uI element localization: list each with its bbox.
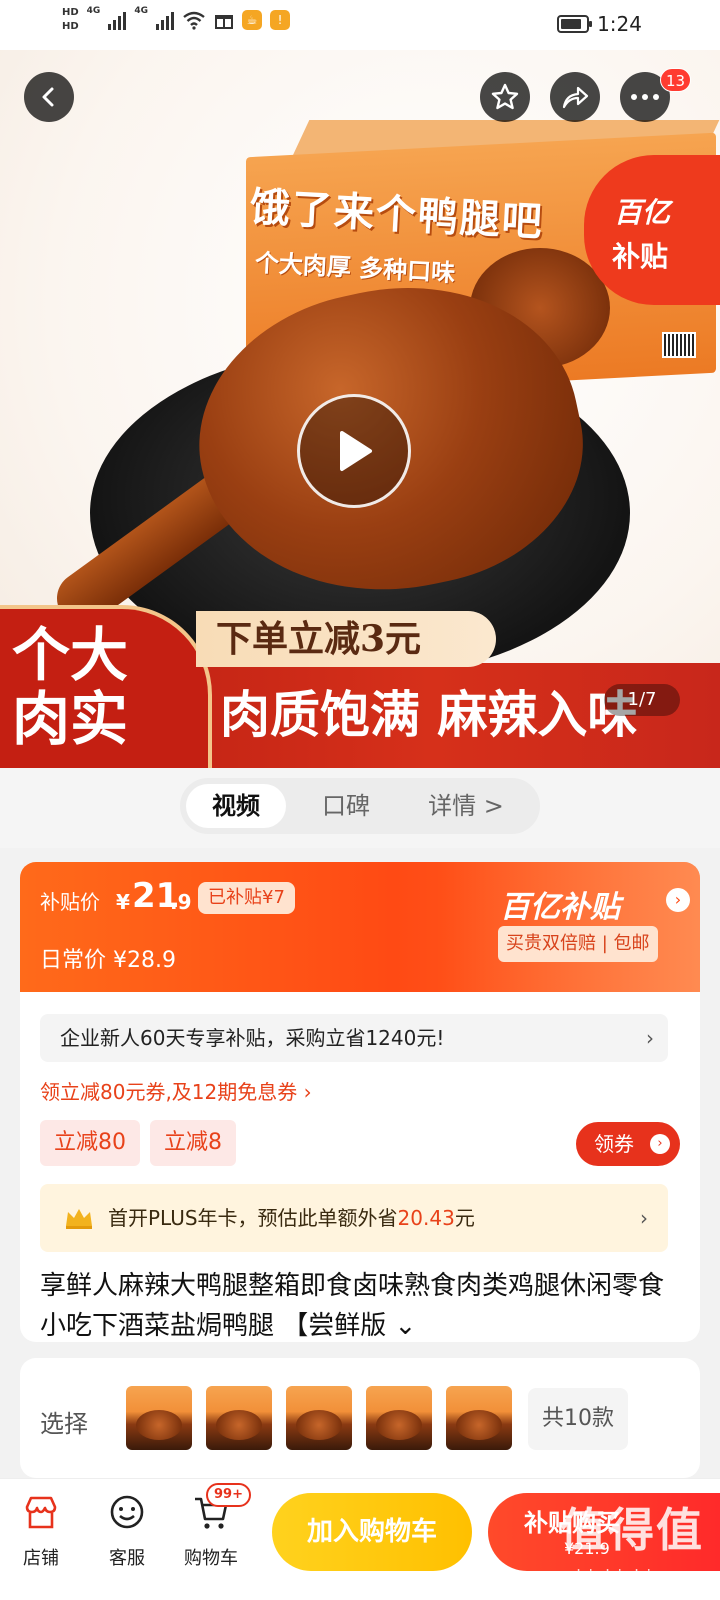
banner-badge: 个大 肉实 [0, 605, 212, 768]
chevron-right-icon: › [640, 1206, 648, 1230]
favorite-button[interactable] [480, 72, 530, 122]
variant-thumbnail[interactable] [366, 1386, 432, 1450]
plus-membership-row[interactable]: 首开PLUS年卡，预估此单额外省20.43元 › [40, 1184, 668, 1252]
enterprise-promo-row[interactable]: 企业新人60天专享补贴，采购立省1240元! › [40, 1014, 668, 1062]
customer-service-button[interactable]: 客服 [92, 1493, 162, 1570]
play-video-button[interactable] [297, 394, 411, 508]
network-type-1: 4G [86, 6, 101, 16]
get-coupon-label: 领券 [594, 1132, 634, 1156]
variant-thumbnail[interactable] [446, 1386, 512, 1450]
coupon-link[interactable]: 领立减80元券,及12期免息券 › [40, 1076, 312, 1105]
cart-label: 购物车 [184, 1548, 238, 1569]
watermark-text: 值得值 [560, 1503, 704, 1557]
discount-tag[interactable]: 立减8 [150, 1120, 236, 1166]
status-left: HD HD 4G 4G ☕ ! [62, 6, 290, 34]
tab-reviews[interactable]: 口碑 [286, 784, 406, 828]
banner-discount-pill: 下单立减3元 [196, 611, 496, 667]
status-right: 1:24 [557, 12, 642, 36]
app-notification-icon: ☕ [241, 10, 262, 30]
guarantee-badge: 买贵双倍赔 | 包邮 [498, 926, 658, 962]
section-tabs-bar: 视频 口碑 详情 > [0, 768, 720, 848]
variant-thumbnail[interactable] [206, 1386, 272, 1450]
tab-video[interactable]: 视频 [186, 784, 286, 828]
product-title[interactable]: 享鲜人麻辣大鸭腿整箱即食卤味熟食肉类鸡腿休闲零食小吃下酒菜盐焗鸭腿 【尝鲜版 ⌄ [40, 1266, 680, 1346]
battery-icon [557, 15, 593, 33]
hd-label-2: HD [62, 21, 79, 32]
subsidized-badge: 已补贴¥7 [198, 882, 295, 914]
subsidy-tag: 百亿 补贴 [584, 155, 720, 305]
smiley-chat-icon [110, 1495, 144, 1529]
signal-icon-2 [155, 10, 174, 30]
variant-thumbnail[interactable] [286, 1386, 352, 1450]
signal-icon [108, 10, 127, 30]
share-button[interactable] [550, 72, 600, 122]
subsidy-tag-line1: 百亿 [614, 196, 671, 229]
shop-icon [25, 1496, 57, 1529]
play-icon [340, 431, 372, 471]
status-bar: HD HD 4G 4G ☕ ! 1:24 [0, 0, 720, 50]
product-hero-image[interactable]: 饿了来个鸭腿吧 个大肉厚 多种口味 百亿 补贴 个大 肉实 下单立减3元 肉质饱… [0, 50, 720, 768]
watermark-domain: zhizhizhi.com [566, 1566, 701, 1585]
section-tabs: 视频 口碑 详情 > [180, 778, 540, 834]
variant-selector[interactable]: 选择 共10款 [20, 1358, 700, 1478]
price-card[interactable]: 补贴价 ¥ 21 .9 已补贴¥7 日常价 ¥28.9 百亿补贴 › 买贵双倍赔… [20, 862, 700, 992]
plus-prefix: 首开PLUS年卡，预估此单额外省 [108, 1206, 398, 1230]
clock: 1:24 [597, 12, 642, 36]
hd-label-1: HD [62, 7, 79, 18]
gift-icon [214, 15, 233, 29]
daily-price: 日常价 ¥28.9 [40, 948, 176, 973]
discount-tag[interactable]: 立减80 [40, 1120, 140, 1166]
banner-slogan: 肉质饱满 麻辣入味 [220, 685, 638, 744]
variant-label: 选择 [40, 1410, 88, 1438]
image-pager: 1/7 [604, 684, 680, 716]
plus-amount: 20.43 [397, 1206, 455, 1230]
hd-indicators: HD HD [62, 6, 79, 34]
notification-badge: 13 [660, 68, 692, 92]
variant-thumbnail[interactable] [126, 1386, 192, 1450]
more-icon [631, 94, 659, 100]
currency-symbol: ¥ [116, 890, 130, 914]
chevron-right-icon: › [646, 1026, 654, 1050]
wifi-icon [183, 11, 205, 30]
get-coupon-button[interactable]: 领券 › [576, 1122, 680, 1166]
star-icon [491, 83, 519, 110]
barcode-icon [662, 332, 696, 358]
enterprise-promo-text: 企业新人60天专享补贴，采购立省1240元! [60, 1026, 445, 1050]
chevron-right-icon[interactable]: › [666, 888, 690, 912]
product-info-card: 企业新人60天专享补贴，采购立省1240元! › 领立减80元券,及12期免息券… [20, 992, 700, 1342]
subsidy-tag-line2: 补贴 [612, 240, 669, 273]
plus-suffix: 元 [454, 1206, 475, 1230]
watermark: 值得值 zhizhizhi.com [556, 1482, 720, 1600]
tab-details[interactable]: 详情 > [406, 784, 526, 828]
variant-count[interactable]: 共10款 [528, 1388, 628, 1450]
network-type-2: 4G [134, 6, 148, 16]
shop-label: 店铺 [23, 1548, 59, 1569]
subsidy-program-logo[interactable]: 百亿补贴 [500, 882, 620, 926]
app-notification-icon-2: ! [269, 10, 290, 30]
cart-badge: 99+ [206, 1483, 251, 1507]
back-button[interactable] [24, 72, 74, 122]
chevron-right-icon: › [650, 1134, 670, 1154]
add-to-cart-button[interactable]: 加入购物车 [272, 1493, 472, 1571]
shop-button[interactable]: 店铺 [6, 1493, 76, 1570]
crown-icon [66, 1209, 92, 1229]
subsidy-price-decimal: .9 [170, 890, 192, 914]
back-arrow-icon [42, 87, 54, 107]
service-label: 客服 [109, 1548, 145, 1569]
banner-badge-text: 个大 肉实 [12, 621, 129, 753]
subsidy-price-label: 补贴价 [40, 890, 100, 914]
share-icon [562, 86, 589, 109]
